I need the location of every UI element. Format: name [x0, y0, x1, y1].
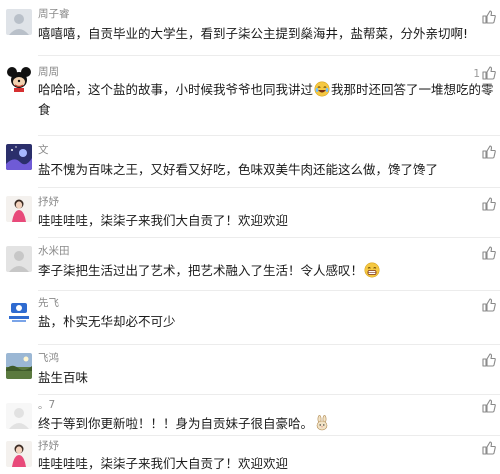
- avatar[interactable]: [6, 441, 32, 467]
- comment-author[interactable]: 周周: [38, 66, 59, 79]
- divider: [38, 187, 500, 188]
- divider: [38, 344, 500, 345]
- comment-author[interactable]: 先飞: [38, 297, 59, 310]
- comment-author[interactable]: 水米田: [38, 245, 70, 258]
- thumbs-up-icon[interactable]: [482, 10, 496, 24]
- avatar[interactable]: [6, 246, 32, 272]
- comment-text: 盐不愧为百味之王，又好看又好吃，色味双美牛肉还能这么做，馋了馋了: [38, 162, 439, 177]
- comment-text: 终于等到你更新啦！！！身为自贡妹子很自豪哈。: [38, 414, 468, 434]
- avatar[interactable]: [6, 9, 32, 35]
- comment-text: 李子柒把生活过出了艺术，把艺术融入了生活！令人感叹！: [38, 261, 468, 281]
- like-count: 1: [473, 68, 480, 80]
- comment-author[interactable]: 。7: [38, 399, 55, 412]
- thumbs-up-icon[interactable]: [482, 66, 496, 80]
- rabbit-emoji: [314, 415, 330, 431]
- avatar[interactable]: [6, 66, 32, 92]
- comment-author[interactable]: 飞鸿: [38, 352, 59, 365]
- comment-text-part: 我那时还回答了一堆想吃的零: [331, 82, 494, 97]
- comment-text-part: 李子柒把生活过出了艺术，把艺术融入了生活！令人感叹！: [38, 263, 364, 278]
- grinning-face-emoji: [364, 262, 380, 278]
- avatar[interactable]: [6, 196, 32, 222]
- avatar[interactable]: [6, 299, 32, 325]
- thumbs-up-icon[interactable]: [482, 399, 496, 413]
- comment-text: 哇哇哇哇，柒柒子来我们大自贡了！欢迎欢迎: [38, 456, 289, 471]
- divider: [38, 394, 500, 395]
- comment-text: 哇哇哇哇，柒柒子来我们大自贡了！欢迎欢迎: [38, 213, 289, 228]
- avatar[interactable]: [6, 403, 32, 429]
- comment-text-part: 哈哈哈，这个盐的故事，小时候我爷爷也同我讲过: [38, 82, 314, 97]
- laughing-face-emoji: [314, 81, 330, 97]
- comment-text-part: 终于等到你更新啦！！！身为自贡妹子很自豪哈。: [38, 416, 314, 431]
- divider: [38, 290, 500, 291]
- comment-text-part: 食: [38, 102, 51, 117]
- thumbs-up-icon[interactable]: [482, 197, 496, 211]
- avatar[interactable]: [6, 144, 32, 170]
- thumbs-up-icon[interactable]: [482, 145, 496, 159]
- divider: [38, 55, 500, 56]
- avatar[interactable]: [6, 353, 32, 379]
- comment-text: 哈哈哈，这个盐的故事，小时候我爷爷也同我讲过 我那时还回答了一堆想吃的零 食: [38, 80, 494, 120]
- comment-author[interactable]: 文: [38, 144, 49, 157]
- thumbs-up-icon[interactable]: [482, 441, 496, 455]
- comment-text: 盐生百味: [38, 370, 89, 385]
- divider: [38, 435, 500, 436]
- thumbs-up-icon[interactable]: [482, 246, 496, 260]
- comment-text: 嘻嘻嘻，自贡毕业的大学生，看到子柒公主提到燊海井，盐帮菜，分外亲切啊!: [38, 26, 469, 41]
- comment-text: 盐，朴实无华却必不可少: [38, 314, 176, 329]
- divider: [38, 135, 500, 136]
- comment-author[interactable]: 周子睿: [38, 8, 70, 21]
- thumbs-up-icon[interactable]: [482, 353, 496, 367]
- comment-author[interactable]: 抒妤: [38, 440, 59, 453]
- divider: [38, 237, 500, 238]
- thumbs-up-icon[interactable]: [482, 298, 496, 312]
- comment-author[interactable]: 抒妤: [38, 196, 59, 209]
